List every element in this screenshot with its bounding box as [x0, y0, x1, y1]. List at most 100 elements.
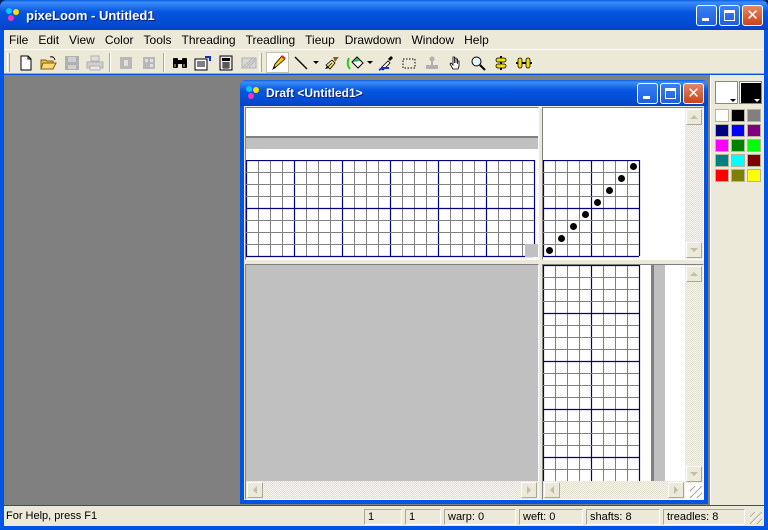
- toolbar-file-group: [7, 52, 260, 73]
- shaft-button[interactable]: [114, 52, 137, 73]
- arrow-left-icon: [550, 486, 554, 494]
- save-button[interactable]: [60, 52, 83, 73]
- treadling-vertical-scrollbar[interactable]: [685, 265, 703, 483]
- status-warp: warp: 0: [444, 509, 516, 525]
- threading-grid[interactable]: [246, 160, 538, 258]
- shaft-icon: [119, 56, 132, 69]
- zoom-button[interactable]: [466, 52, 489, 73]
- hand-button[interactable]: [443, 52, 466, 73]
- treadling-grid[interactable]: [543, 265, 642, 483]
- menu-tools[interactable]: Tools: [139, 31, 177, 49]
- menu-edit[interactable]: Edit: [33, 31, 64, 49]
- scroll-up-button[interactable]: [686, 109, 702, 125]
- maximize-button[interactable]: [719, 5, 740, 26]
- palette-swatch[interactable]: [715, 169, 729, 182]
- palette-swatch[interactable]: [731, 139, 745, 152]
- treadle-button[interactable]: [137, 52, 160, 73]
- menu-file[interactable]: File: [4, 31, 33, 49]
- tieup-pane: [542, 107, 704, 260]
- menu-color[interactable]: Color: [100, 31, 139, 49]
- scroll-left-button[interactable]: [247, 482, 263, 498]
- brush-button[interactable]: [320, 52, 343, 73]
- calculator-button[interactable]: [214, 52, 237, 73]
- palette-swatch[interactable]: [715, 154, 729, 167]
- background-color-swatch[interactable]: [739, 81, 762, 104]
- palette-swatch[interactable]: [731, 124, 745, 137]
- menu-bar: File Edit View Color Tools Threading Tre…: [4, 30, 764, 49]
- open-folder-icon: [39, 55, 57, 69]
- fill-dropdown[interactable]: [366, 52, 374, 73]
- drawdown-pane[interactable]: [245, 264, 539, 500]
- palette-swatch[interactable]: [747, 124, 761, 137]
- scroll-down-button[interactable]: [686, 242, 702, 258]
- scroll-right-button[interactable]: [668, 482, 684, 498]
- palette-swatch[interactable]: [731, 169, 745, 182]
- draft-title-bar[interactable]: Draft <Untitled1> ✕: [240, 80, 708, 106]
- close-button[interactable]: ✕: [742, 5, 763, 26]
- spread-button[interactable]: [512, 52, 535, 73]
- line-button[interactable]: [289, 52, 312, 73]
- arrow-down-icon: [690, 248, 698, 252]
- status-shafts: shafts: 8: [586, 509, 660, 525]
- palette-swatches: [715, 109, 761, 182]
- palette-swatch[interactable]: [731, 109, 745, 122]
- palette-swatch[interactable]: [731, 154, 745, 167]
- draft-app-icon[interactable]: [246, 86, 260, 100]
- toolbar-grip[interactable]: [259, 53, 262, 72]
- minimize-icon: [702, 18, 709, 21]
- palette-swatch[interactable]: [715, 124, 729, 137]
- line-dropdown[interactable]: [312, 52, 320, 73]
- tieup-vertical-scrollbar[interactable]: [685, 108, 703, 259]
- menu-view[interactable]: View: [64, 31, 100, 49]
- select-button[interactable]: [397, 52, 420, 73]
- tieup-dot: [546, 247, 553, 254]
- new-button[interactable]: [14, 52, 37, 73]
- foreground-color-swatch[interactable]: [715, 81, 738, 104]
- tieup-grid[interactable]: [543, 160, 642, 258]
- print-button[interactable]: [83, 52, 106, 73]
- scroll-right-button[interactable]: [521, 482, 537, 498]
- find-button[interactable]: [168, 52, 191, 73]
- draft-resize-grip[interactable]: [690, 486, 702, 498]
- draft-minimize-button[interactable]: [637, 83, 658, 104]
- minimize-button[interactable]: [696, 5, 717, 26]
- stamp-button[interactable]: [420, 52, 443, 73]
- palette-swatch[interactable]: [747, 169, 761, 182]
- draft-maximize-button[interactable]: [660, 83, 681, 104]
- palette-swatch[interactable]: [747, 154, 761, 167]
- scroll-up-button[interactable]: [686, 266, 702, 282]
- title-bar[interactable]: pixeLoom - Untitled1 ✕: [0, 0, 768, 30]
- eyedropper-button[interactable]: [374, 52, 397, 73]
- palette-swatch[interactable]: [715, 109, 729, 122]
- pencil-button[interactable]: [266, 52, 289, 73]
- menu-window[interactable]: Window: [406, 31, 459, 49]
- arrow-right-icon: [527, 486, 531, 494]
- tieup-dot: [630, 163, 637, 170]
- color-bar-weft[interactable]: [654, 265, 665, 483]
- window-resize-grip[interactable]: [750, 512, 762, 524]
- zoom-icon: [471, 56, 486, 71]
- scroll-left-button[interactable]: [544, 482, 560, 498]
- color-bar-warp[interactable]: [246, 138, 538, 149]
- menu-threading[interactable]: Threading: [177, 31, 241, 49]
- menu-tieup[interactable]: Tieup: [300, 31, 340, 49]
- fill-button[interactable]: [343, 52, 366, 73]
- treadling-horizontal-scrollbar[interactable]: [543, 481, 685, 499]
- scroll-down-button[interactable]: [686, 466, 702, 482]
- draft-close-button[interactable]: ✕: [683, 83, 704, 104]
- menu-treadling[interactable]: Treadling: [241, 31, 301, 49]
- center-button[interactable]: [489, 52, 512, 73]
- palette-swatch[interactable]: [747, 139, 761, 152]
- toolbar-grip[interactable]: [7, 53, 10, 72]
- menu-drawdown[interactable]: Drawdown: [340, 31, 407, 49]
- eyedropper-icon: [378, 55, 393, 71]
- draft-client: [244, 106, 704, 500]
- palette-swatch[interactable]: [715, 139, 729, 152]
- app-icon[interactable]: [6, 8, 20, 22]
- open-button[interactable]: [37, 52, 60, 73]
- pattern-button[interactable]: [237, 52, 260, 73]
- properties-button[interactable]: [191, 52, 214, 73]
- menu-help[interactable]: Help: [459, 31, 494, 49]
- drawdown-horizontal-scrollbar[interactable]: [246, 481, 538, 499]
- palette-swatch[interactable]: [747, 109, 761, 122]
